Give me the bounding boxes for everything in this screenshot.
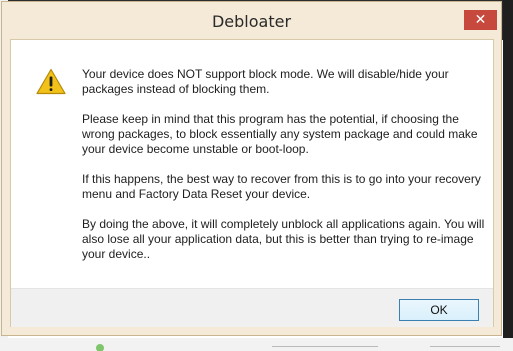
divider (272, 346, 378, 347)
title-bar[interactable]: Debloater ✕ (2, 2, 501, 39)
message-paragraph: By doing the above, it will completely u… (82, 217, 485, 261)
close-icon: ✕ (474, 12, 487, 28)
button-bar: OK (11, 288, 493, 327)
debloater-dialog: Debloater ✕ Your device does NOT support… (1, 1, 502, 336)
message-text: Your device does NOT support block mode.… (82, 67, 488, 277)
message-area: Your device does NOT support block mode.… (11, 40, 493, 288)
background-app-sidebar (503, 0, 513, 351)
dialog-title: Debloater (211, 12, 292, 31)
message-paragraph: Please keep in mind that this program ha… (82, 112, 478, 156)
close-button[interactable]: ✕ (464, 10, 497, 30)
screen: Debloater ✕ Your device does NOT support… (0, 0, 513, 351)
message-paragraph: Your device does NOT support block mode.… (82, 67, 449, 96)
message-paragraph: If this happens, the best way to recover… (82, 172, 481, 201)
divider (430, 346, 500, 347)
status-dot (96, 344, 104, 351)
ok-button[interactable]: OK (399, 299, 479, 321)
warning-icon (36, 68, 66, 95)
background-app-footer (0, 338, 513, 351)
dialog-body: Your device does NOT support block mode.… (10, 39, 494, 327)
